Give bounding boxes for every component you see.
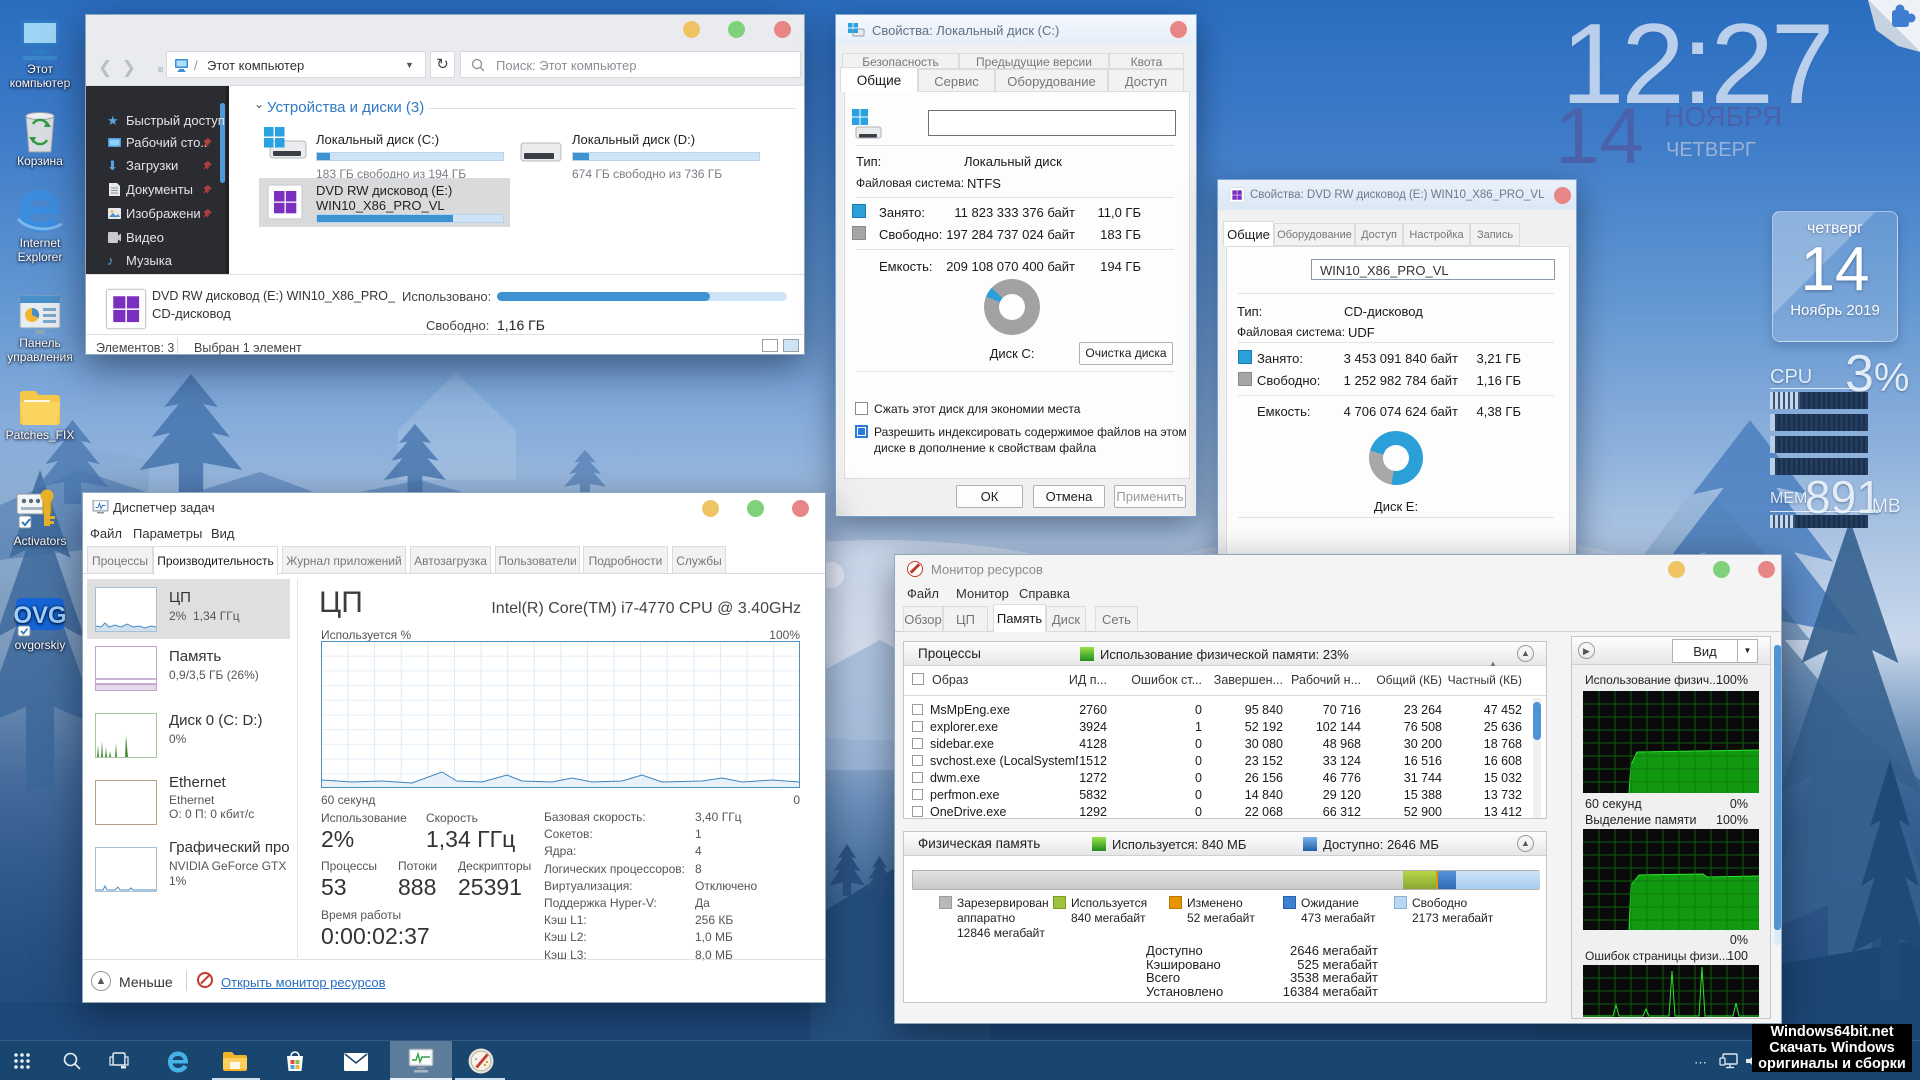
svg-text:OVG: OVG [14, 602, 66, 629]
